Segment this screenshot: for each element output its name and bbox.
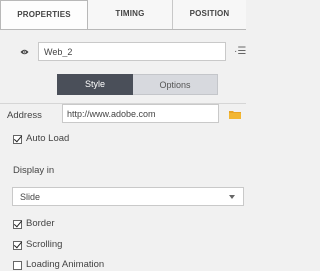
object-name-input[interactable] — [38, 42, 226, 61]
border-checkbox[interactable]: Border — [13, 218, 55, 230]
display-in-select[interactable]: Slide — [12, 187, 244, 206]
menu-lines-icon[interactable]: ·☰ — [234, 46, 246, 58]
scrolling-label: Scrolling — [26, 239, 63, 250]
object-name-row: ·☰ — [0, 40, 246, 64]
scrolling-checkbox[interactable]: Scrolling — [13, 239, 62, 251]
auto-load-label: Auto Load — [26, 133, 70, 144]
checkbox-box[interactable] — [13, 134, 22, 144]
loading-animation-checkbox[interactable]: Loading Animation — [13, 259, 104, 271]
loading-animation-label: Loading Animation — [26, 259, 105, 270]
display-in-label: Display in — [13, 165, 55, 176]
checkbox-box[interactable] — [13, 219, 22, 229]
address-label: Address — [7, 110, 42, 121]
panel-tabs: PROPERTIES TIMING POSITION — [0, 0, 246, 30]
auto-load-checkbox[interactable]: Auto Load — [13, 133, 69, 145]
options-button[interactable]: Options — [133, 74, 218, 95]
checkbox-box[interactable] — [13, 260, 22, 270]
tab-properties[interactable]: PROPERTIES — [0, 0, 88, 29]
address-input[interactable] — [62, 104, 219, 123]
folder-icon[interactable] — [229, 110, 241, 119]
tab-position[interactable]: POSITION — [173, 0, 246, 29]
chevron-down-icon[interactable] — [229, 195, 235, 199]
checkbox-box[interactable] — [13, 240, 22, 250]
style-button[interactable]: Style — [57, 74, 133, 95]
style-options-toggle: Style Options — [57, 74, 218, 95]
tab-timing[interactable]: TIMING — [88, 0, 173, 29]
eye-icon[interactable] — [20, 49, 29, 55]
display-in-value: Slide — [20, 192, 41, 202]
border-label: Border — [26, 218, 55, 229]
